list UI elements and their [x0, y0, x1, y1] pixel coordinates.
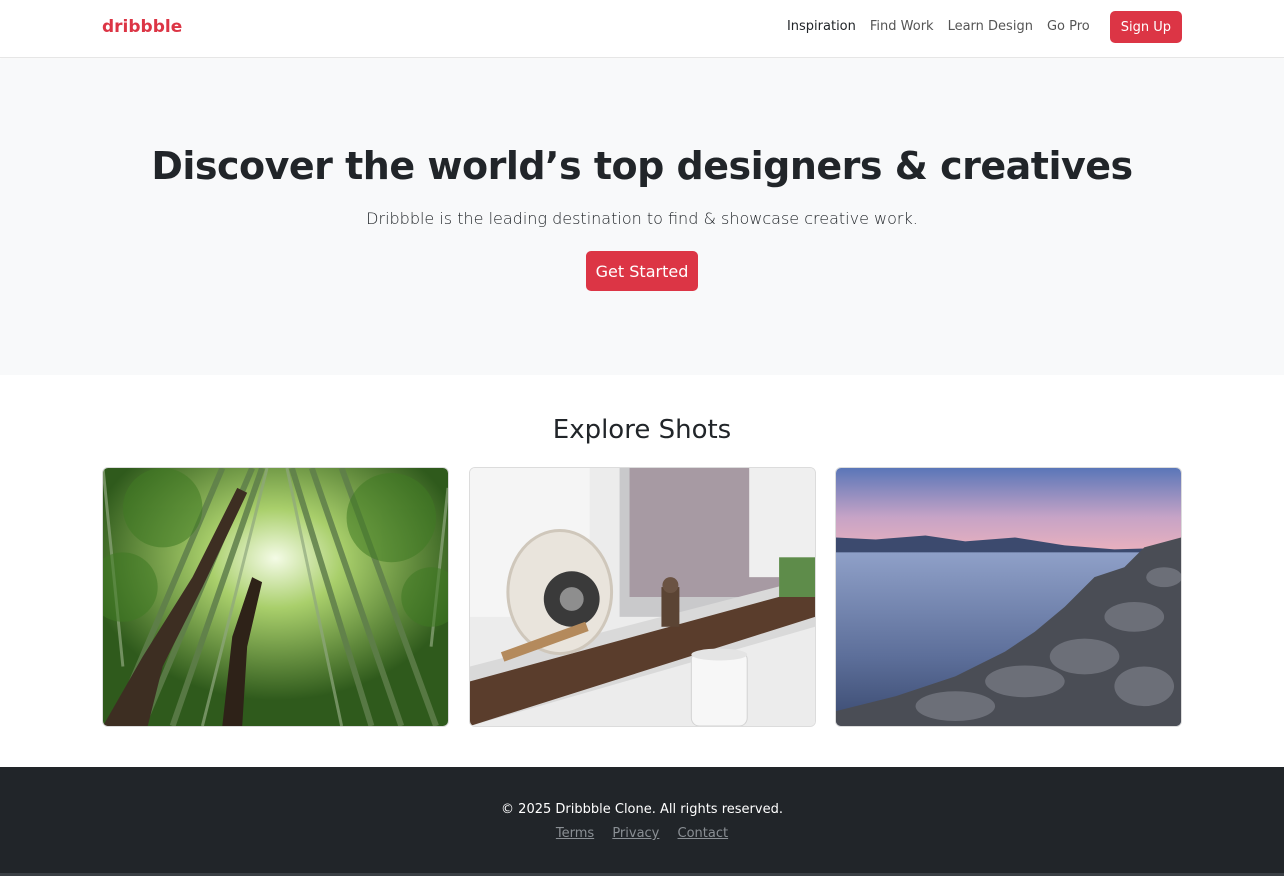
top-navbar: dribbble Inspiration Find Work Learn Des… — [0, 0, 1284, 58]
nav-link-learn-design[interactable]: Learn Design — [948, 11, 1033, 43]
brand-logo[interactable]: dribbble — [102, 17, 182, 37]
nav-link-inspiration[interactable]: Inspiration — [787, 11, 856, 43]
shot-card-coastal-sunset[interactable] — [835, 467, 1182, 727]
footer-link-privacy[interactable]: Privacy — [612, 826, 659, 841]
get-started-button[interactable]: Get Started — [586, 251, 698, 291]
explore-shots-heading: Explore Shots — [552, 415, 732, 445]
page-footer: © 2025 Dribbble Clone. All rights reserv… — [0, 767, 1284, 876]
copyright-text: © 2025 Dribbble Clone. All rights reserv… — [501, 802, 783, 817]
nav-link-find-work[interactable]: Find Work — [870, 11, 934, 43]
shot-card-bamboo-forest[interactable] — [102, 467, 449, 727]
footer-link-terms[interactable]: Terms — [556, 826, 594, 841]
hero-section: Discover the world’s top designers & cre… — [0, 59, 1284, 375]
shot-card-desk-speaker[interactable] — [469, 467, 816, 727]
nav-link-go-pro[interactable]: Go Pro — [1047, 11, 1090, 43]
coastal-sunset-image — [836, 468, 1181, 726]
hero-title: Discover the world’s top designers & cre… — [151, 144, 1133, 188]
nav-links: Inspiration Find Work Learn Design Go Pr… — [773, 11, 1182, 43]
desk-speaker-image — [470, 468, 815, 726]
sign-up-button[interactable]: Sign Up — [1109, 11, 1182, 43]
bamboo-forest-image — [103, 468, 448, 726]
hero-subtitle: Dribbble is the leading destination to f… — [366, 209, 918, 228]
footer-link-contact[interactable]: Contact — [678, 826, 729, 841]
footer-links: Terms Privacy Contact — [0, 826, 1284, 841]
